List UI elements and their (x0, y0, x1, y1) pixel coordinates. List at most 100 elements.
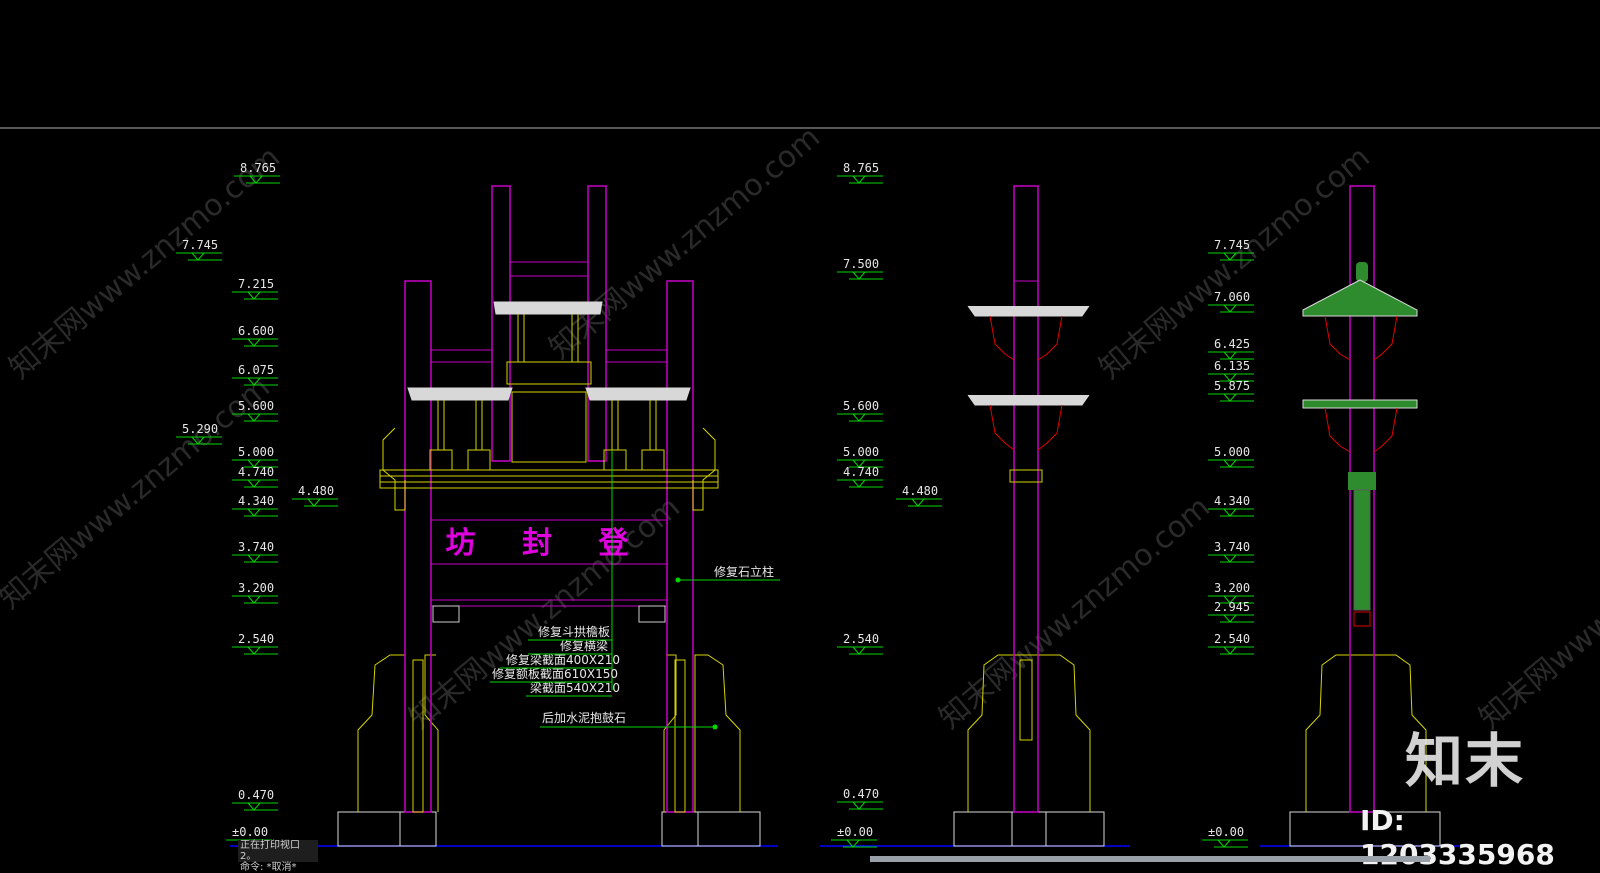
watermark-4: 知末网www.znzmo.com (543, 120, 827, 366)
level-section-7-symbol (1208, 554, 1254, 563)
level-section-4-symbol (1208, 393, 1254, 402)
levels-front: 8.765 7.745 7.215 6.600 6.075 5.600 5.290 5.000… (176, 161, 338, 848)
level-front-13: 2.540 (238, 632, 274, 646)
drum-stone-right-outer (694, 654, 741, 812)
level-section-3: 6.135 (1214, 359, 1250, 373)
level-side-4: 4.740 (843, 465, 879, 479)
horizontal-scrollbar[interactable] (870, 856, 1430, 862)
level-section-7: 3.740 (1214, 540, 1250, 554)
brand-logo: 知末 (1405, 727, 1526, 795)
level-side-0-symbol (837, 175, 883, 184)
level-side-1-symbol (837, 271, 883, 280)
level-section-4: 5.875 (1214, 379, 1250, 393)
cad-drawing-canvas: 知末网www.znzmo.com 知末网www.znzmo.com 知末网www… (0, 120, 1600, 848)
level-front-15: ±0.00 (232, 825, 268, 839)
front-annotations: 修复石立柱 修复斗拱檐板 修复横梁 修复梁截面400X210 修复额板截面610… (490, 564, 780, 730)
command-line-1: 正在打印视口 2。 (240, 840, 300, 862)
side-upper-roof (967, 305, 1090, 317)
level-section-10: 2.540 (1214, 632, 1250, 646)
level-section-5: 5.000 (1214, 445, 1250, 459)
level-front-14-symbol (232, 802, 278, 811)
level-front-13-symbol (232, 646, 278, 655)
level-section-6: 4.340 (1214, 494, 1250, 508)
watermark-1: 知末网www.znzmo.com (3, 140, 287, 386)
level-section-2-symbol (1208, 351, 1254, 360)
level-side-7: 0.470 (843, 787, 879, 801)
level-side-0: 8.765 (843, 161, 879, 175)
level-front-7: 5.000 (238, 445, 274, 459)
level-side-3: 5.000 (843, 445, 879, 459)
level-section-9: 2.945 (1214, 600, 1250, 614)
front-elevation: 坊 封 登 (230, 185, 778, 847)
level-section-2: 6.425 (1214, 337, 1250, 351)
front-pillar-right (666, 280, 694, 813)
note-bracket-board: 修复斗拱檐板 (538, 624, 610, 639)
level-section-0: 7.745 (1214, 238, 1250, 252)
level-side-5: 4.480 (902, 484, 938, 498)
level-section-9-symbol (1208, 614, 1254, 623)
level-front-2: 7.215 (238, 277, 274, 291)
note-drum-stone: 后加水泥抱鼓石 (542, 710, 626, 725)
level-section-11-symbol (1202, 839, 1248, 848)
front-lower-roof-right (585, 387, 691, 401)
level-front-8: 4.740 (238, 465, 274, 479)
level-side-5-symbol (896, 498, 942, 507)
watermark-7: 知末网www.znzmo.com (1473, 490, 1600, 736)
level-front-3-symbol (232, 338, 278, 347)
level-front-12: 3.200 (238, 581, 274, 595)
level-front-14: 0.470 (238, 788, 274, 802)
side-brackets (989, 315, 1063, 451)
level-front-1-symbol (176, 252, 222, 261)
level-front-10-symbol (292, 498, 338, 507)
note-pillar-repair: 修复石立柱 (714, 564, 774, 579)
level-front-0: 8.765 (240, 161, 276, 175)
level-front-9-symbol (232, 508, 278, 517)
level-side-4-symbol (837, 479, 883, 488)
watermark-5: 知末网www.znzmo.com (933, 490, 1217, 736)
level-side-6-symbol (837, 646, 883, 655)
level-front-8-symbol (232, 479, 278, 488)
side-pillar (1013, 185, 1039, 813)
level-side-7-symbol (837, 801, 883, 810)
level-front-2-symbol (232, 291, 278, 300)
front-base-right (661, 811, 761, 847)
level-section-1-symbol (1208, 304, 1254, 313)
front-upper-roof (493, 301, 603, 315)
level-side-2-symbol (837, 413, 883, 422)
command-line[interactable]: 正在打印视口 2。 命令: *取消* (238, 840, 318, 873)
level-front-5: 5.600 (238, 399, 274, 413)
level-front-9: 4.340 (238, 494, 274, 508)
level-section-11: ±0.00 (1208, 825, 1244, 839)
side-elevation (820, 185, 1130, 847)
section-brackets (1324, 315, 1398, 453)
level-side-8: ±0.00 (837, 825, 873, 839)
front-pillar-center-left (491, 185, 511, 462)
section-upper-roof (1302, 279, 1418, 317)
plaque-text: 坊 封 登 (446, 526, 647, 561)
side-lower-roof (967, 394, 1090, 406)
levels-side: 8.765 7.500 5.600 5.000 4.740 4.480 2.540 0.470… (831, 161, 942, 848)
level-section-10-symbol (1208, 646, 1254, 655)
watermark-2: 知末网www.znzmo.com (0, 370, 277, 616)
side-base (953, 811, 1105, 847)
level-section-1: 7.060 (1214, 290, 1250, 304)
level-front-3: 6.600 (238, 324, 274, 338)
level-front-10: 4.480 (298, 484, 334, 498)
level-side-2: 5.600 (843, 399, 879, 413)
level-side-6: 2.540 (843, 632, 879, 646)
levels-section: 7.745 7.060 6.425 6.135 5.875 5.000 4.340 3.740… (1202, 238, 1254, 848)
level-front-12-symbol (232, 595, 278, 604)
front-lower-roof-left (407, 387, 513, 401)
front-base-left (337, 811, 437, 847)
drum-stone-left-outer (357, 654, 406, 812)
level-section-5-symbol (1208, 459, 1254, 468)
level-front-6: 5.290 (182, 422, 218, 436)
front-center-body (511, 391, 587, 463)
level-front-1: 7.745 (182, 238, 218, 252)
command-line-2: 命令: *取消* (240, 862, 297, 873)
level-front-11: 3.740 (238, 540, 274, 554)
section-lower-roof (1302, 399, 1418, 409)
level-section-8: 3.200 (1214, 581, 1250, 595)
level-front-4: 6.075 (238, 363, 274, 377)
level-front-11-symbol (232, 554, 278, 563)
